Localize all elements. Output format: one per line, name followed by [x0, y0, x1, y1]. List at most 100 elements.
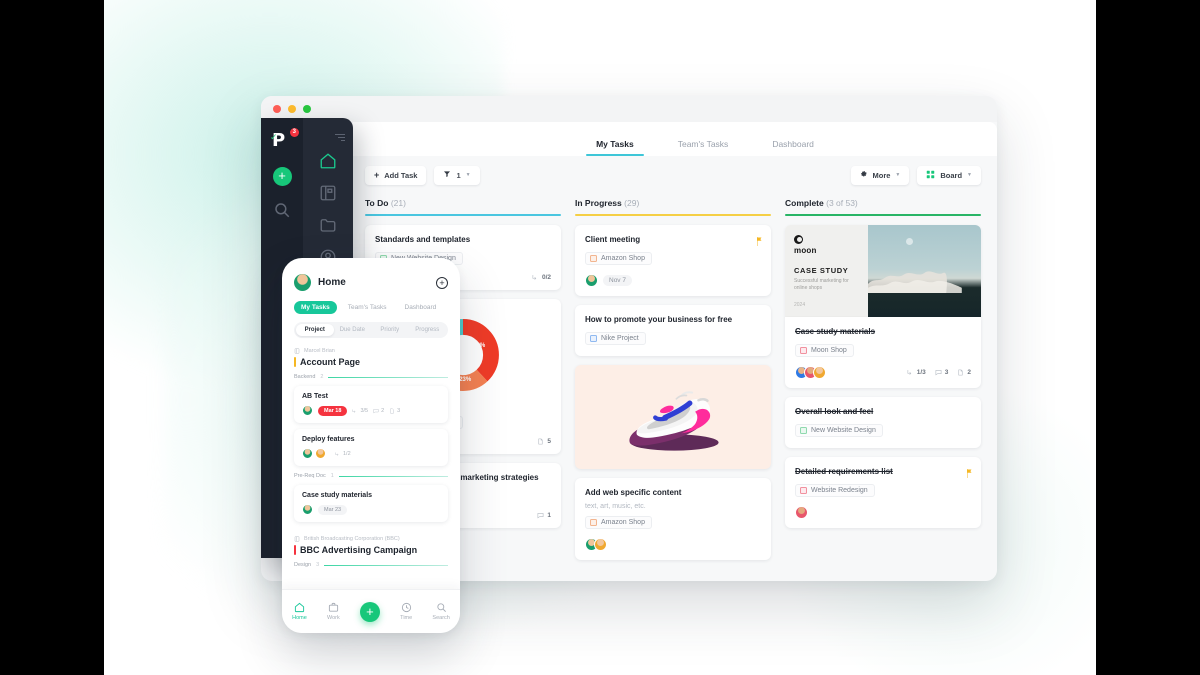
- nav-search[interactable]: Search: [432, 602, 450, 621]
- due-date-chip[interactable]: Mar 23: [318, 504, 348, 515]
- task-card[interactable]: Detailed requirements list Website Redes…: [785, 457, 981, 528]
- column-count: (29): [624, 198, 640, 208]
- avatar[interactable]: [585, 274, 598, 287]
- tab-my-tasks[interactable]: My Tasks: [574, 139, 656, 156]
- segment-priority[interactable]: Priority: [371, 324, 409, 336]
- minimize-button[interactable]: [288, 105, 296, 113]
- board-view-icon: [926, 170, 935, 181]
- task-card[interactable]: Add web specific content text, art, musi…: [575, 478, 771, 560]
- group-count: 1: [330, 473, 334, 479]
- mobile-task-card[interactable]: AB Test Mar 18 3/5 2 3: [294, 386, 448, 423]
- building-icon[interactable]: [319, 184, 337, 202]
- segment-project[interactable]: Project: [296, 324, 334, 336]
- avatar[interactable]: [813, 366, 826, 379]
- due-date-chip[interactable]: Mar 18: [318, 405, 348, 416]
- metric-value: 2: [381, 407, 385, 414]
- project-heading[interactable]: BBC Advertising Campaign: [294, 545, 448, 555]
- close-button[interactable]: [273, 105, 281, 113]
- segment-due-date[interactable]: Due Date: [334, 324, 372, 336]
- project-heading[interactable]: Account Page: [294, 357, 448, 367]
- project-color-bar: [294, 357, 296, 367]
- column-title: Complete: [785, 198, 824, 208]
- metric-value: 3/5: [360, 407, 369, 414]
- maximize-button[interactable]: [303, 105, 311, 113]
- priority-flag-icon[interactable]: [966, 465, 972, 478]
- nike-sneaker-image: [629, 391, 719, 451]
- assignee-avatars[interactable]: [795, 506, 808, 519]
- project-color-icon: [590, 255, 597, 262]
- donut-label-0: 38%: [473, 343, 486, 350]
- avatar[interactable]: [315, 448, 326, 459]
- nav-time[interactable]: Time: [400, 602, 412, 621]
- chevron-down-icon: ▼: [895, 172, 901, 178]
- project-name: Account Page: [300, 357, 361, 367]
- column-count: (21): [390, 198, 406, 208]
- assignee-avatars[interactable]: [585, 538, 607, 551]
- avatar[interactable]: [302, 504, 313, 515]
- building-icon: [294, 536, 300, 542]
- nav-label: Search: [432, 615, 450, 621]
- filter-button[interactable]: 1 ▼: [434, 165, 480, 185]
- search-icon: [437, 603, 446, 612]
- breadcrumb-label: British Broadcasting Corporation (BBC): [304, 536, 400, 542]
- priority-flag-icon[interactable]: [756, 233, 762, 246]
- project-tag[interactable]: Nike Project: [585, 332, 646, 345]
- avatar[interactable]: [795, 506, 808, 519]
- assignee-avatars[interactable]: [585, 274, 598, 287]
- tab-teams-tasks[interactable]: Team's Tasks: [341, 301, 394, 314]
- folder-icon[interactable]: [319, 216, 337, 234]
- brand-name: moon: [794, 246, 817, 255]
- task-card[interactable]: How to promote your business for free Ni…: [575, 305, 771, 356]
- doc-icon: [958, 369, 963, 376]
- task-cover-image[interactable]: [575, 365, 771, 469]
- subtask-metric: 0/2: [532, 274, 551, 281]
- add-task-button[interactable]: + Add Task: [365, 165, 427, 185]
- mobile-header: Home + My Tasks Team's Tasks Dashboard P…: [282, 258, 460, 338]
- breadcrumb: Marcel Brian: [294, 348, 448, 354]
- tab-teams-tasks[interactable]: Team's Tasks: [656, 139, 751, 156]
- segment-progress[interactable]: Progress: [409, 324, 447, 336]
- task-card[interactable]: Client meeting Amazon Shop Nov 7: [575, 225, 771, 296]
- tab-dashboard[interactable]: Dashboard: [750, 139, 836, 156]
- nav-work[interactable]: Work: [327, 602, 340, 621]
- collapse-sidebar-icon[interactable]: [334, 128, 346, 141]
- avatar[interactable]: [302, 405, 313, 416]
- assignee-avatars[interactable]: [795, 366, 826, 379]
- logo-check-icon: ✓: [270, 132, 278, 142]
- task-card-with-cover[interactable]: moon CASE STUDY Successful marketing for…: [785, 225, 981, 388]
- column-title: To Do: [365, 198, 389, 208]
- project-tag[interactable]: Amazon Shop: [585, 252, 652, 265]
- column-complete: Complete (3 of 53) moon CASE STUDY Succe…: [785, 198, 981, 560]
- add-button[interactable]: +: [436, 276, 448, 289]
- tab-dashboard[interactable]: Dashboard: [398, 301, 444, 314]
- project-tag[interactable]: Amazon Shop: [585, 516, 652, 529]
- project-tag[interactable]: Website Redesign: [795, 484, 875, 497]
- group-by-segmented-control: Project Due Date Priority Progress: [294, 322, 448, 338]
- task-card[interactable]: Overall look and feel New Website Design: [785, 397, 981, 448]
- nav-home[interactable]: Home: [292, 602, 307, 621]
- view-switcher-button[interactable]: Board ▼: [917, 165, 981, 185]
- notification-badge[interactable]: 3: [289, 128, 299, 137]
- avatar[interactable]: [294, 274, 311, 291]
- mobile-task-card[interactable]: Deploy features 1/2: [294, 429, 448, 466]
- project-tag[interactable]: Moon Shop: [795, 344, 854, 357]
- mobile-add-fab[interactable]: +: [359, 601, 380, 622]
- avatar[interactable]: [302, 448, 313, 459]
- more-button[interactable]: More ▼: [850, 165, 910, 185]
- app-logo-icon[interactable]: P ✓ 3: [270, 128, 299, 152]
- column-title: In Progress: [575, 198, 622, 208]
- mobile-task-card[interactable]: Case study materials Mar 23: [294, 485, 448, 522]
- project-tag[interactable]: New Website Design: [795, 424, 883, 437]
- task-card[interactable]: Case study materials Moon Shop 1/3 3 2: [785, 317, 981, 388]
- subtask-icon: [335, 452, 339, 456]
- task-title: Detailed requirements list: [795, 467, 893, 476]
- search-icon[interactable]: [273, 201, 291, 219]
- project-color-icon: [800, 427, 807, 434]
- quick-add-button[interactable]: +: [272, 167, 292, 186]
- avatar[interactable]: [594, 538, 607, 551]
- add-task-label: Add Task: [384, 170, 418, 180]
- due-date-chip[interactable]: Nov 7: [603, 275, 632, 286]
- tab-my-tasks[interactable]: My Tasks: [294, 301, 337, 314]
- home-icon[interactable]: [319, 152, 337, 170]
- more-label: More: [872, 170, 891, 180]
